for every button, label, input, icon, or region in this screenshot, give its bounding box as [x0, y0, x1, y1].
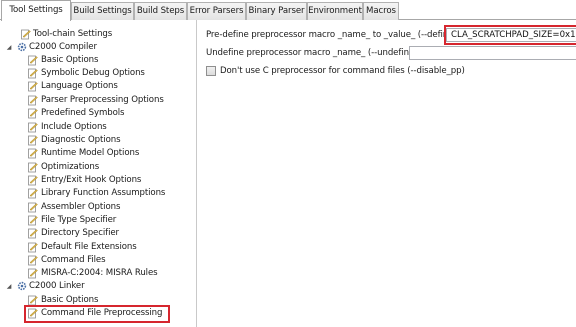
- page-icon: [28, 255, 38, 266]
- tab-binary-parser[interactable]: Binary Parser: [246, 2, 307, 20]
- tree-item-command-files[interactable]: Command Files: [0, 254, 196, 267]
- tree-item-default-file-extensions[interactable]: Default File Extensions: [0, 241, 196, 254]
- disable-pp-checkbox[interactable]: [206, 66, 216, 76]
- tab-error-parsers[interactable]: Error Parsers: [187, 2, 246, 20]
- tree-item-label: Diagnostic Options: [41, 135, 121, 145]
- tree-item-label: Entry/Exit Hook Options: [41, 175, 142, 185]
- tree-item-label: Include Options: [41, 122, 107, 132]
- tree-item-label: File Type Specifier: [41, 215, 117, 225]
- tab-environment[interactable]: Environment: [307, 2, 363, 20]
- undefine-macro-field[interactable]: [409, 46, 576, 60]
- tree-item-file-type-specifier[interactable]: File Type Specifier: [0, 214, 196, 227]
- tree-item-label: Language Options: [41, 81, 118, 91]
- tree-item-linker-basic-options[interactable]: Basic Options: [0, 294, 196, 307]
- tab-build-settings[interactable]: Build Settings: [71, 2, 134, 20]
- tree-item-label: Default File Extensions: [41, 242, 137, 252]
- tree-item-basic-options[interactable]: Basic Options: [0, 54, 196, 67]
- page-icon: [28, 215, 38, 226]
- tree-item-label: Parser Preprocessing Options: [41, 95, 164, 105]
- tree-item-directory-specifier[interactable]: Directory Specifier: [0, 227, 196, 240]
- settings-tree: Tool-chain Settings ◢ C2000 Compiler Bas…: [0, 20, 197, 327]
- tree-item-label: Symbolic Debug Options: [41, 68, 145, 78]
- tree-item-runtime-model-options[interactable]: Runtime Model Options: [0, 147, 196, 160]
- tree-item-optimizations[interactable]: Optimizations: [0, 161, 196, 174]
- gear-icon: [17, 281, 27, 291]
- page-icon: [28, 148, 38, 159]
- tree-item-label: Assembler Options: [41, 202, 121, 212]
- tree-item-label: MISRA-C:2004: MISRA Rules: [41, 268, 158, 278]
- tree-item-assembler-options[interactable]: Assembler Options: [0, 201, 196, 214]
- tree-item-predefined-symbols[interactable]: Predefined Symbols: [0, 107, 196, 120]
- tree-item-label: Library Function Assumptions: [41, 188, 166, 198]
- page-icon: [28, 228, 38, 239]
- tab-tool-settings[interactable]: Tool Settings: [1, 0, 71, 21]
- tree-item-label: C2000 Linker: [29, 281, 85, 291]
- gear-icon: [17, 42, 27, 52]
- tree-item-label: Command Files: [41, 255, 106, 265]
- tree-item-label: C2000 Compiler: [29, 42, 97, 52]
- page-icon: [28, 55, 38, 66]
- tree-item-toolchain-settings[interactable]: Tool-chain Settings: [0, 28, 196, 41]
- tab-build-steps[interactable]: Build Steps: [134, 2, 187, 20]
- page-icon: [28, 81, 38, 92]
- page-icon: [21, 29, 31, 40]
- page-icon: [28, 188, 38, 199]
- tree-item-label: Basic Options: [41, 295, 99, 305]
- tree-item-symbolic-debug-options[interactable]: Symbolic Debug Options: [0, 67, 196, 80]
- page-icon: [28, 295, 38, 306]
- predefine-macro-field[interactable]: [446, 28, 576, 42]
- tree-item-label: Command File Preprocessing: [41, 308, 163, 318]
- page-icon: [28, 268, 38, 279]
- page-icon: [28, 108, 38, 119]
- page-icon: [28, 162, 38, 173]
- tree-item-c2000-linker[interactable]: ◢ C2000 Linker: [0, 280, 196, 293]
- tree-item-parser-preprocessing-options[interactable]: Parser Preprocessing Options: [0, 94, 196, 107]
- tab-macros[interactable]: Macros: [363, 2, 399, 20]
- tree-item-library-function-assumptions[interactable]: Library Function Assumptions: [0, 187, 196, 200]
- page-icon: [28, 202, 38, 213]
- tree-item-label: Basic Options: [41, 55, 99, 65]
- tree-item-label: Directory Specifier: [41, 228, 119, 238]
- page-icon: [28, 175, 38, 186]
- tree-item-label: Tool-chain Settings: [33, 29, 113, 39]
- page-icon: [28, 135, 38, 146]
- page-icon: [28, 122, 38, 133]
- predefine-macro-label: Pre-define preprocessor macro _name_ to …: [206, 30, 457, 40]
- tree-item-misra-rules[interactable]: MISRA-C:2004: MISRA Rules: [0, 267, 196, 280]
- page-icon: [28, 95, 38, 106]
- tree-item-command-file-preprocessing[interactable]: Command File Preprocessing: [0, 307, 196, 320]
- tree-item-label: Runtime Model Options: [41, 148, 140, 158]
- page-icon: [28, 308, 38, 319]
- page-icon: [28, 242, 38, 253]
- tree-item-diagnostic-options[interactable]: Diagnostic Options: [0, 134, 196, 147]
- options-pane: Pre-define preprocessor macro _name_ to …: [199, 20, 576, 327]
- tree-item-include-options[interactable]: Include Options: [0, 121, 196, 134]
- tree-item-language-options[interactable]: Language Options: [0, 80, 196, 93]
- triangle-expanded-icon[interactable]: ◢: [5, 41, 13, 54]
- triangle-expanded-icon[interactable]: ◢: [5, 280, 13, 293]
- tree-item-c2000-compiler[interactable]: ◢ C2000 Compiler: [0, 41, 196, 54]
- tree-item-label: Optimizations: [41, 162, 100, 172]
- tab-bar: Tool Settings Build Settings Build Steps…: [0, 0, 576, 21]
- tree-item-entry-exit-hook-options[interactable]: Entry/Exit Hook Options: [0, 174, 196, 187]
- disable-pp-label: Don't use C preprocessor for command fil…: [220, 66, 465, 76]
- undefine-macro-label: Undefine preprocessor macro _name_ (--un…: [206, 48, 418, 58]
- tree-item-label: Predefined Symbols: [41, 108, 125, 118]
- page-icon: [28, 68, 38, 79]
